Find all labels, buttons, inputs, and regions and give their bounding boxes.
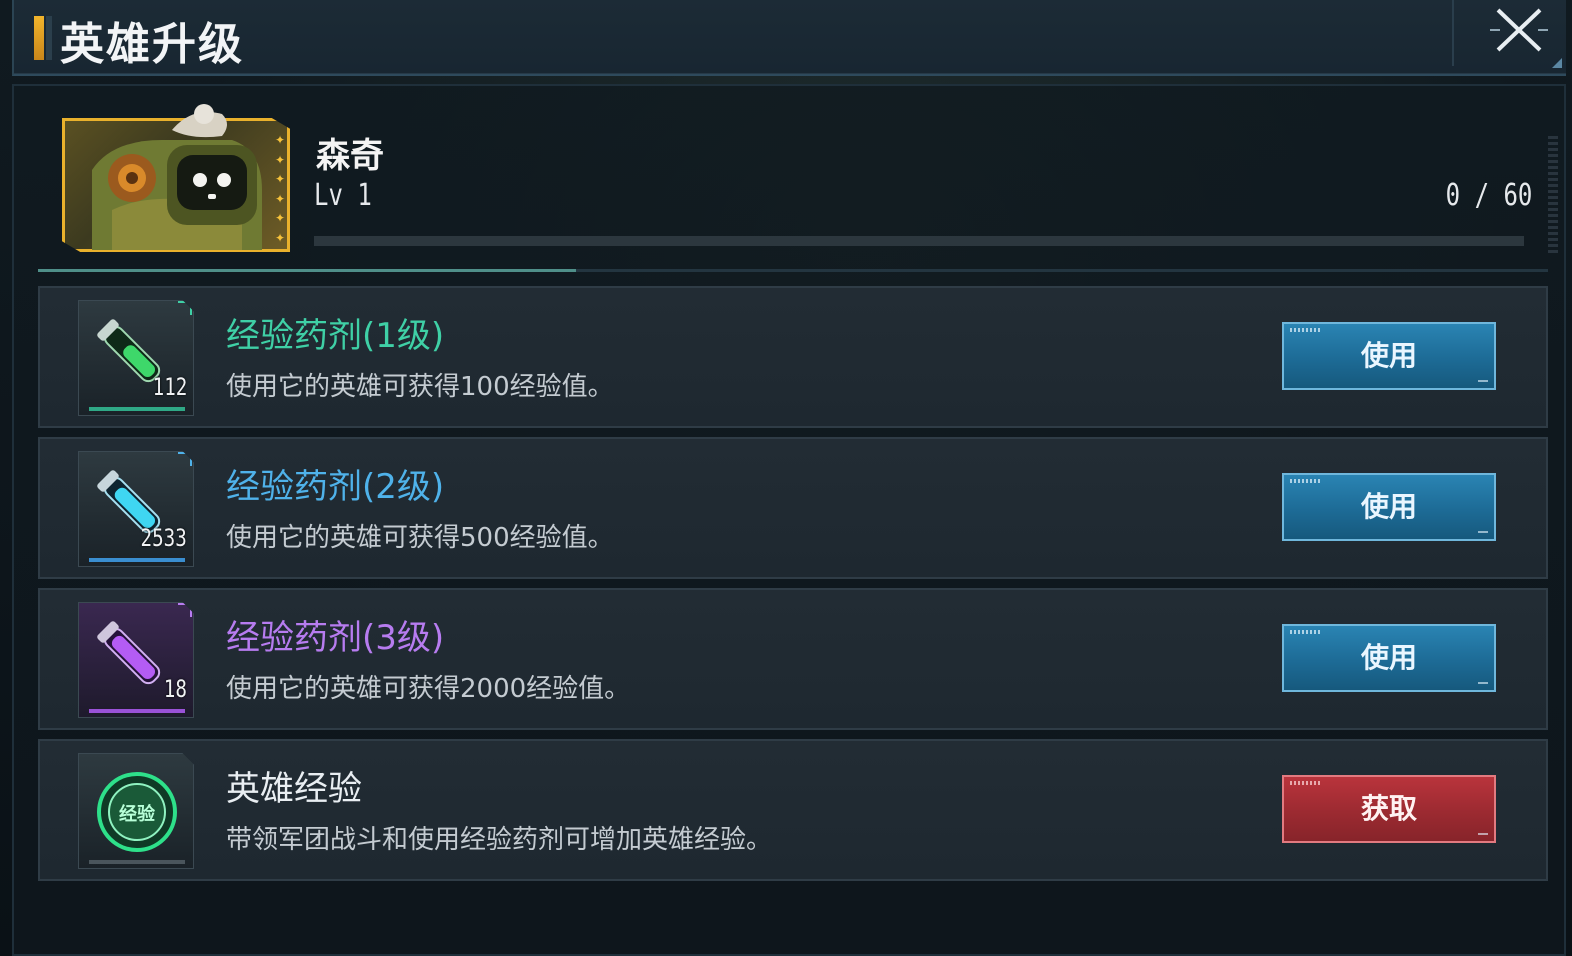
- header-corner-mark: [1552, 58, 1562, 68]
- button-dash: [1478, 531, 1488, 533]
- title-bar: 英雄升级: [12, 0, 1566, 76]
- hero-robot-image: [92, 104, 262, 250]
- list-item-hero-exp: 经验 英雄经验 带领军团战斗和使用经验药剂可增加英雄经验。 获取: [38, 739, 1548, 881]
- hero-exp-bar: [314, 236, 1524, 246]
- item-title: 英雄经验: [226, 769, 362, 809]
- exp-badge-icon: 经验: [97, 772, 177, 852]
- item-corner-mark: [178, 301, 192, 315]
- item-description: 使用它的英雄可获得500经验值。: [226, 523, 614, 553]
- use-button[interactable]: 使用: [1282, 322, 1496, 390]
- hero-name: 森奇: [316, 136, 384, 176]
- item-title: 经验药剂(1级): [226, 316, 445, 356]
- list-item-exp-potion-3: 18 经验药剂(3级) 使用它的英雄可获得2000经验值。 使用: [38, 588, 1548, 730]
- item-corner-mark: [178, 452, 192, 466]
- close-button[interactable]: [1488, 4, 1550, 56]
- item-rarity-bar: [89, 558, 185, 562]
- hero-exp-value: 0 / 60: [1445, 178, 1532, 213]
- star-icon: ✦: [274, 172, 286, 187]
- exp-badge-label: 经验: [119, 803, 156, 825]
- item-icon-exp-potion-3[interactable]: 18: [78, 602, 194, 718]
- star-icon: ✦: [274, 152, 286, 167]
- star-icon: ✦: [274, 191, 286, 206]
- title-accent-shadow: [46, 16, 52, 60]
- item-icon-exp-potion-1[interactable]: 112: [78, 300, 194, 416]
- upgrade-panel: ✦ ✦ ✦ ✦ ✦ ✦ 森奇 Lv 1 0 / 60 112 经验药剂(1级) …: [12, 84, 1566, 956]
- star-icon: ✦: [274, 211, 286, 226]
- section-divider-highlight: [38, 269, 576, 272]
- button-dash: [1478, 833, 1488, 835]
- page-title: 英雄升级: [60, 19, 244, 70]
- button-dash: [1478, 682, 1488, 684]
- item-description: 使用它的英雄可获得2000经验值。: [226, 674, 631, 704]
- star-icon: ✦: [274, 230, 286, 245]
- star-icon: ✦: [274, 133, 286, 147]
- use-button-label: 使用: [1360, 490, 1417, 523]
- item-rarity-bar: [89, 709, 185, 713]
- use-button-label: 使用: [1360, 339, 1417, 372]
- item-count: 18: [163, 675, 187, 703]
- obtain-button[interactable]: 获取: [1282, 775, 1496, 843]
- item-icon-hero-exp[interactable]: 经验: [78, 753, 194, 869]
- hero-portrait[interactable]: ✦ ✦ ✦ ✦ ✦ ✦: [62, 104, 292, 254]
- hero-level: Lv 1: [314, 178, 372, 213]
- close-icon: [1490, 8, 1548, 52]
- item-icon-exp-potion-2[interactable]: 2533: [78, 451, 194, 567]
- button-dash: [1478, 380, 1488, 382]
- list-item-exp-potion-2: 2533 经验药剂(2级) 使用它的英雄可获得500经验值。 使用: [38, 437, 1548, 579]
- item-count: 2533: [140, 524, 187, 552]
- section-divider: [38, 269, 1548, 272]
- item-title: 经验药剂(2级): [226, 467, 445, 507]
- use-button[interactable]: 使用: [1282, 473, 1496, 541]
- button-ticks: [1290, 479, 1320, 483]
- button-ticks: [1290, 781, 1320, 785]
- side-decoration: [1548, 136, 1558, 256]
- item-corner-mark: [178, 603, 192, 617]
- use-button-label: 使用: [1360, 641, 1417, 674]
- item-title: 经验药剂(3级): [226, 618, 445, 658]
- item-description: 使用它的英雄可获得100经验值。: [226, 372, 614, 402]
- button-ticks: [1290, 630, 1320, 634]
- item-rarity-bar: [89, 407, 185, 411]
- item-description: 带领军团战斗和使用经验药剂可增加英雄经验。: [226, 825, 773, 855]
- item-rarity-bar: [89, 860, 185, 864]
- button-ticks: [1290, 328, 1320, 332]
- obtain-button-label: 获取: [1360, 792, 1417, 825]
- title-accent: [34, 16, 44, 60]
- header-divider: [1452, 0, 1454, 66]
- use-button[interactable]: 使用: [1282, 624, 1496, 692]
- list-item-exp-potion-1: 112 经验药剂(1级) 使用它的英雄可获得100经验值。 使用: [38, 286, 1548, 428]
- item-count: 112: [152, 373, 187, 401]
- hero-star-rating: ✦ ✦ ✦ ✦ ✦ ✦: [274, 134, 286, 244]
